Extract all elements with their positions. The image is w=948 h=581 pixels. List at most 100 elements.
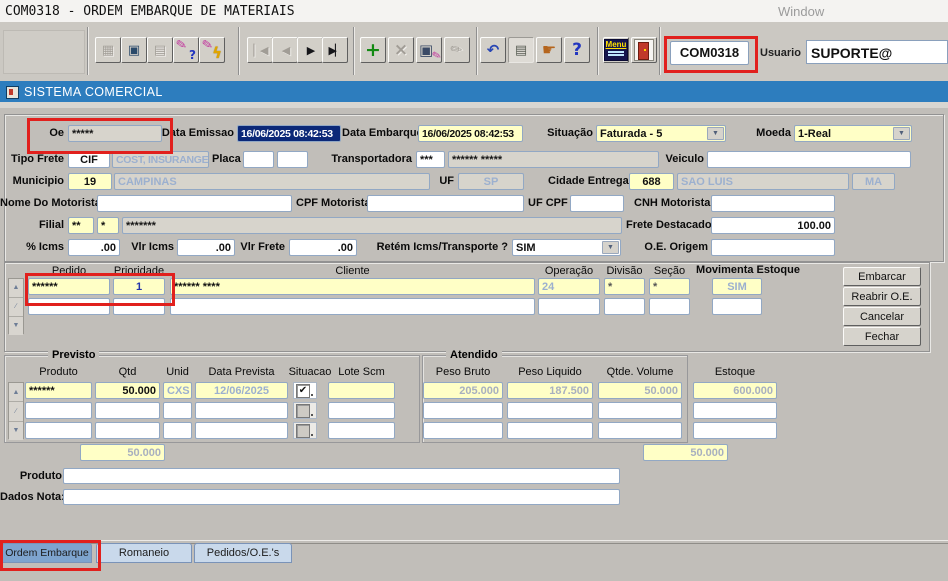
exit-button[interactable] xyxy=(631,37,657,63)
situacao-combo[interactable]: Faturada - 5 ▼ xyxy=(596,125,726,142)
prioridade-cell[interactable]: 1 xyxy=(113,278,165,295)
uf-cpf-field[interactable] xyxy=(570,195,624,212)
nav-last-button[interactable]: ▶▏ xyxy=(322,37,348,63)
qtd-cell[interactable]: 50.000 xyxy=(95,382,160,399)
scroll-up-icon[interactable]: ▲ xyxy=(9,383,23,402)
scroll-up-icon[interactable]: ▲ xyxy=(9,279,23,298)
dados-nota-field[interactable] xyxy=(63,489,620,505)
undo-icon: ↶ xyxy=(487,43,500,58)
qtd-cell[interactable] xyxy=(95,422,160,439)
data-emissao-label: Data Emissao xyxy=(160,127,234,139)
qtd-cell[interactable] xyxy=(95,402,160,419)
menu-window[interactable]: Window xyxy=(778,4,824,19)
operacao-cell[interactable] xyxy=(538,298,600,315)
pedido-cell[interactable]: ****** xyxy=(28,278,110,295)
secao-cell[interactable]: * xyxy=(649,278,690,295)
municipio-code-field[interactable]: 19 xyxy=(68,173,112,190)
divisao-cell[interactable]: * xyxy=(604,278,645,295)
scroll-thumb[interactable]: ∕ xyxy=(9,402,23,421)
unid-cell: CXS xyxy=(163,382,192,399)
data-embarque-field[interactable]: 16/06/2025 08:42:53 xyxy=(418,125,523,142)
veiculo-field[interactable] xyxy=(707,151,911,168)
cancelar-button[interactable]: Cancelar xyxy=(843,307,921,326)
filial-code1-field[interactable]: ** xyxy=(68,217,94,234)
clipboard-button[interactable]: ▤ xyxy=(508,37,534,63)
cpf-motorista-field[interactable] xyxy=(367,195,524,212)
undo-button[interactable]: ↶ xyxy=(480,37,506,63)
pedidos-record-scrollbar[interactable]: ▲ ∕ ▼ xyxy=(8,278,24,334)
tab-ordem-embarque[interactable]: Ordem Embarque xyxy=(2,543,92,563)
cliente-cell[interactable] xyxy=(170,298,535,315)
tab-pedidos-oes[interactable]: Pedidos/O.E.'s xyxy=(194,543,292,563)
toolbar-separator xyxy=(597,27,599,75)
clear-button[interactable]: ✎ xyxy=(444,37,470,63)
movimenta-estoque-cell[interactable]: SIM xyxy=(712,278,762,295)
nav-next-button[interactable]: ▶ xyxy=(297,37,323,63)
moeda-combo[interactable]: 1-Real ▼ xyxy=(794,125,912,142)
nome-motorista-field[interactable] xyxy=(97,195,292,212)
cidade-entrega-code-field[interactable]: 688 xyxy=(629,173,674,190)
cliente-cell[interactable]: ****** **** xyxy=(170,278,535,295)
prioridade-cell[interactable] xyxy=(113,298,165,315)
print-button[interactable]: ▤ xyxy=(147,37,173,63)
pedido-cell[interactable] xyxy=(28,298,110,315)
filial-code2-field[interactable]: * xyxy=(97,217,119,234)
fechar-button[interactable]: Fechar xyxy=(843,327,921,346)
lote-scm-cell[interactable] xyxy=(328,402,395,419)
scroll-down-icon[interactable]: ▼ xyxy=(9,317,23,335)
program-code-field[interactable]: COM0318 xyxy=(670,41,749,65)
itens-record-scrollbar[interactable]: ▲ ∕ ▼ xyxy=(8,382,24,439)
verify-button[interactable]: ✎ ? xyxy=(173,37,199,63)
placa-field-1[interactable] xyxy=(243,151,274,168)
add-record-button[interactable]: + xyxy=(360,37,386,63)
save-button[interactable]: ▦ xyxy=(95,37,121,63)
oe-origem-field[interactable] xyxy=(711,239,835,256)
vlr-icms-label: Vlr Icms xyxy=(126,241,174,253)
frete-destacado-field[interactable]: 100.00 xyxy=(711,217,835,234)
vlr-icms-field[interactable]: .00 xyxy=(177,239,235,256)
pct-icms-field[interactable]: .00 xyxy=(68,239,120,256)
screen-button[interactable]: ▣ xyxy=(121,37,147,63)
menu-icon: Menu xyxy=(604,39,628,61)
total-volume-field: 50.000 xyxy=(643,444,728,461)
transportadora-code-field[interactable]: *** xyxy=(416,151,445,168)
execute-query-button[interactable]: ☛ xyxy=(536,37,562,63)
situacao-checkbox[interactable]: ✔ xyxy=(293,382,317,399)
tab-romaneio[interactable]: Romaneio xyxy=(96,543,192,563)
scroll-down-icon[interactable]: ▼ xyxy=(9,422,23,440)
placa-field-2[interactable] xyxy=(277,151,308,168)
situacao-checkbox[interactable] xyxy=(293,402,317,419)
col-unid: Unid xyxy=(163,366,192,378)
secao-cell[interactable] xyxy=(649,298,690,315)
movimenta-estoque-cell[interactable] xyxy=(712,298,762,315)
nav-prev-button[interactable]: ◀ xyxy=(272,37,298,63)
help-button[interactable]: ? xyxy=(564,37,590,63)
tipo-frete-field[interactable]: CIF xyxy=(68,151,110,168)
nav-first-button[interactable]: ▏◀ xyxy=(247,37,273,63)
reabrir-oe-button[interactable]: Reabrir O.E. xyxy=(843,287,921,306)
situacao-checkbox[interactable] xyxy=(293,422,317,439)
col-qtd: Qtd xyxy=(95,366,160,378)
delete-record-button[interactable]: × xyxy=(388,37,414,63)
retem-icms-combo[interactable]: SIM ▼ xyxy=(512,239,621,256)
execute-button[interactable]: ✎ ϟ xyxy=(199,37,225,63)
embarcar-button[interactable]: Embarcar xyxy=(843,267,921,286)
scroll-thumb[interactable]: ∕ xyxy=(9,298,23,317)
operacao-cell[interactable]: 24 xyxy=(538,278,600,295)
cnh-motorista-field[interactable] xyxy=(711,195,835,212)
menu-button[interactable]: Menu xyxy=(603,37,629,63)
lote-scm-cell[interactable] xyxy=(328,422,395,439)
produto-cell[interactable]: ****** xyxy=(25,382,92,399)
produto-footer-field[interactable] xyxy=(63,468,620,484)
verify-icon: ✎ ? xyxy=(176,40,196,60)
divisao-cell[interactable] xyxy=(604,298,645,315)
produto-cell[interactable] xyxy=(25,422,92,439)
chevron-down-icon: ▼ xyxy=(893,127,910,140)
edit-window-button[interactable]: ▣ ✎ xyxy=(416,37,442,63)
vlr-frete-field[interactable]: .00 xyxy=(289,239,357,256)
lote-scm-cell[interactable] xyxy=(328,382,395,399)
pencil-icon: ✎ xyxy=(430,48,442,63)
produto-cell[interactable] xyxy=(25,402,92,419)
data-emissao-field[interactable]: 16/06/2025 08:42:53 xyxy=(237,125,341,142)
usuario-field[interactable]: SUPORTE@ xyxy=(806,40,948,64)
